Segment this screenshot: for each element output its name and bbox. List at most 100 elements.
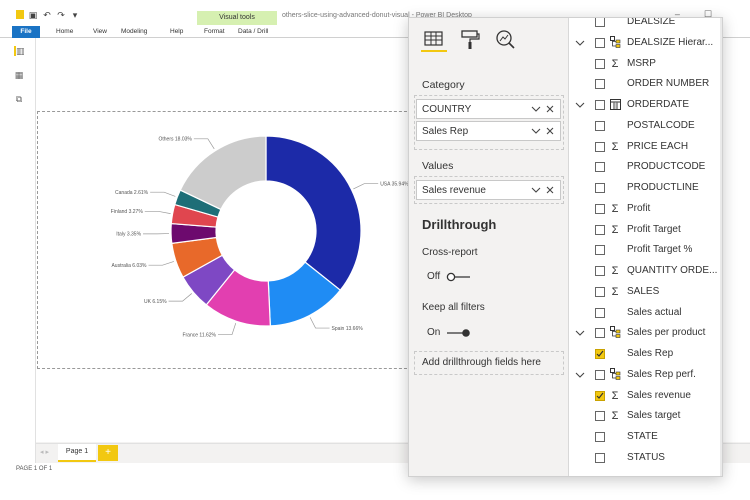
field-row[interactable]: ORDER NUMBER bbox=[569, 74, 722, 94]
chevron-down-icon[interactable] bbox=[531, 103, 541, 115]
tab-data-drill[interactable]: Data / Drill bbox=[238, 26, 268, 38]
report-view-icon[interactable]: ▥ bbox=[14, 46, 25, 56]
field-checkbox[interactable] bbox=[595, 266, 605, 276]
field-checkbox[interactable] bbox=[595, 432, 605, 442]
redo-icon[interactable]: ↷ bbox=[56, 10, 66, 21]
data-view-icon[interactable]: ▦ bbox=[14, 70, 24, 80]
fields-scrollbar[interactable] bbox=[720, 18, 722, 476]
tab-format[interactable]: Format bbox=[204, 26, 225, 38]
field-row[interactable]: PRODUCTLINE bbox=[569, 178, 722, 198]
tab-home[interactable]: Home bbox=[56, 26, 73, 38]
chevron-down-icon[interactable] bbox=[531, 184, 541, 196]
customize-icon[interactable]: ▾ bbox=[70, 10, 80, 21]
field-checkbox[interactable] bbox=[595, 18, 605, 27]
chevron-down-icon[interactable] bbox=[575, 327, 585, 339]
field-checkbox[interactable] bbox=[595, 141, 605, 152]
field-checkbox[interactable] bbox=[595, 37, 605, 48]
field-row[interactable]: PRODUCTCODE bbox=[569, 157, 722, 177]
field-row[interactable]: DEALSIZE Hierar... bbox=[569, 33, 722, 53]
field-checkbox-checked[interactable] bbox=[595, 390, 605, 401]
field-checkbox[interactable] bbox=[595, 100, 605, 110]
field-checkbox[interactable] bbox=[595, 307, 605, 318]
field-checkbox[interactable] bbox=[595, 328, 605, 339]
cross-report-label: Cross-report bbox=[422, 247, 478, 258]
undo-icon[interactable]: ↶ bbox=[42, 10, 52, 21]
category-label: Category bbox=[422, 79, 465, 91]
field-row[interactable]: STATE bbox=[569, 427, 722, 447]
save-icon[interactable]: ▣ bbox=[28, 10, 38, 21]
page-nav-arrows[interactable]: ◂ ▸ bbox=[40, 448, 49, 456]
chevron-down-icon[interactable] bbox=[575, 99, 585, 111]
chevron-down-icon[interactable] bbox=[575, 37, 585, 49]
field-row[interactable]: Σ Sales target bbox=[569, 406, 722, 426]
keep-filters-toggle[interactable] bbox=[446, 328, 471, 338]
data-label: USA 35.94% bbox=[380, 181, 409, 187]
field-row[interactable]: DEALSIZE bbox=[569, 18, 722, 32]
field-checkbox[interactable] bbox=[595, 79, 605, 90]
close-icon[interactable] bbox=[545, 125, 555, 137]
checkmark-icon bbox=[596, 350, 604, 357]
category-field-sales-rep[interactable]: Sales Rep bbox=[416, 121, 561, 141]
field-checkbox[interactable] bbox=[595, 203, 605, 214]
field-row[interactable]: Σ MSRP bbox=[569, 54, 722, 74]
donut-slice[interactable] bbox=[265, 135, 362, 292]
field-row[interactable]: Σ Profit bbox=[569, 199, 722, 219]
field-checkbox[interactable] bbox=[595, 369, 605, 380]
field-checkbox[interactable] bbox=[595, 224, 605, 235]
field-checkbox[interactable] bbox=[595, 58, 605, 69]
field-row[interactable]: ORDERDATE bbox=[569, 95, 722, 115]
field-name: Profit bbox=[627, 202, 651, 214]
field-row[interactable]: Σ SALES bbox=[569, 282, 722, 302]
tab-modeling[interactable]: Modeling bbox=[121, 26, 147, 38]
cross-report-toggle[interactable] bbox=[446, 272, 471, 282]
tab-view[interactable]: View bbox=[93, 26, 107, 38]
field-name: MSRP bbox=[627, 57, 656, 69]
category-field-country[interactable]: COUNTRY bbox=[416, 99, 561, 119]
field-checkbox[interactable] bbox=[595, 452, 605, 463]
leader-line bbox=[353, 183, 379, 190]
field-row[interactable]: Σ PRICE EACH bbox=[569, 137, 722, 157]
field-row[interactable]: Profit Target % bbox=[569, 240, 722, 260]
field-row[interactable]: STATUS bbox=[569, 448, 722, 468]
add-page-button[interactable]: + bbox=[98, 445, 118, 461]
model-view-icon[interactable]: ⧉ bbox=[14, 94, 24, 104]
field-row[interactable]: Σ Sales revenue bbox=[569, 386, 722, 406]
field-checkbox[interactable] bbox=[595, 183, 605, 193]
field-checkbox[interactable] bbox=[595, 120, 605, 131]
donut-visual[interactable]: USA 35.94% Spain 13.66% France 11.62% UK 6.… bbox=[37, 111, 417, 369]
chevron-down-icon[interactable] bbox=[575, 369, 585, 381]
analytics-tab[interactable] bbox=[493, 28, 519, 52]
field-checkbox[interactable] bbox=[595, 411, 605, 422]
drillthrough-drop-zone[interactable]: Add drillthrough fields here bbox=[414, 351, 564, 375]
sigma-icon: Σ bbox=[611, 265, 619, 277]
fields-list: DEALSIZE DEALSIZE Hierar... Σ MSRP ORDER NUM… bbox=[569, 18, 722, 476]
close-icon[interactable] bbox=[545, 184, 555, 196]
hierarchy-icon bbox=[609, 35, 621, 50]
tab-help[interactable]: Help bbox=[170, 26, 183, 38]
field-row[interactable]: Sales Rep perf. bbox=[569, 365, 722, 385]
calendar-icon bbox=[609, 98, 621, 112]
format-tab[interactable] bbox=[457, 28, 483, 52]
close-icon[interactable] bbox=[545, 103, 555, 115]
field-checkbox[interactable] bbox=[595, 162, 605, 173]
field-name: Sales actual bbox=[627, 306, 682, 318]
tab-file[interactable]: File bbox=[12, 26, 40, 38]
field-row[interactable]: Sales per product bbox=[569, 323, 722, 343]
well-field-label: Sales Rep bbox=[422, 126, 469, 137]
field-checkbox[interactable] bbox=[595, 286, 605, 297]
field-name: PRODUCTLINE bbox=[627, 182, 699, 193]
sigma-icon: Σ bbox=[611, 410, 619, 423]
field-row[interactable]: POSTALCODE bbox=[569, 116, 722, 136]
field-checkbox[interactable] bbox=[595, 245, 605, 256]
field-row[interactable]: Σ Profit Target bbox=[569, 220, 722, 240]
field-row[interactable]: Σ QUANTITY ORDE... bbox=[569, 261, 722, 281]
fields-tab[interactable] bbox=[421, 28, 447, 52]
field-checkbox-checked[interactable] bbox=[595, 349, 605, 359]
chevron-down-icon[interactable] bbox=[531, 125, 541, 137]
page-tab-1[interactable]: Page 1 bbox=[58, 444, 96, 462]
field-row[interactable]: Sales Rep bbox=[569, 344, 722, 364]
field-name: Sales per product bbox=[627, 327, 706, 339]
values-field-sales-revenue[interactable]: Sales revenue bbox=[416, 180, 561, 200]
app-logo-icon bbox=[16, 10, 24, 19]
field-row[interactable]: Sales actual bbox=[569, 303, 722, 323]
